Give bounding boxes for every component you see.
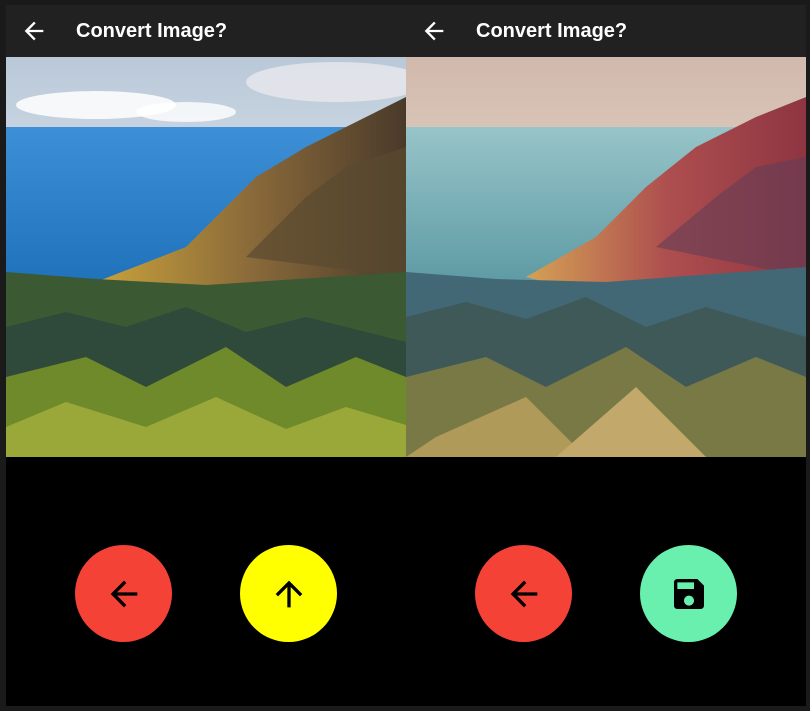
upload-button[interactable] <box>240 545 337 642</box>
back-button[interactable] <box>75 545 172 642</box>
app-bar: Convert Image? <box>6 5 406 57</box>
converted-image <box>406 57 806 457</box>
right-screen: Convert Image? <box>406 5 806 706</box>
back-button[interactable] <box>475 545 572 642</box>
app-bar: Convert Image? <box>406 5 806 57</box>
page-title: Convert Image? <box>476 20 628 42</box>
back-arrow-icon[interactable] <box>420 17 448 45</box>
left-screen: Convert Image? <box>6 5 406 706</box>
back-arrow-icon[interactable] <box>20 17 48 45</box>
arrow-back-icon <box>110 580 137 607</box>
save-button[interactable] <box>640 545 737 642</box>
save-icon <box>673 578 704 609</box>
page-title: Convert Image? <box>76 20 228 42</box>
original-image <box>6 57 406 457</box>
arrow-upward-icon <box>275 580 302 607</box>
arrow-back-icon <box>510 580 537 607</box>
